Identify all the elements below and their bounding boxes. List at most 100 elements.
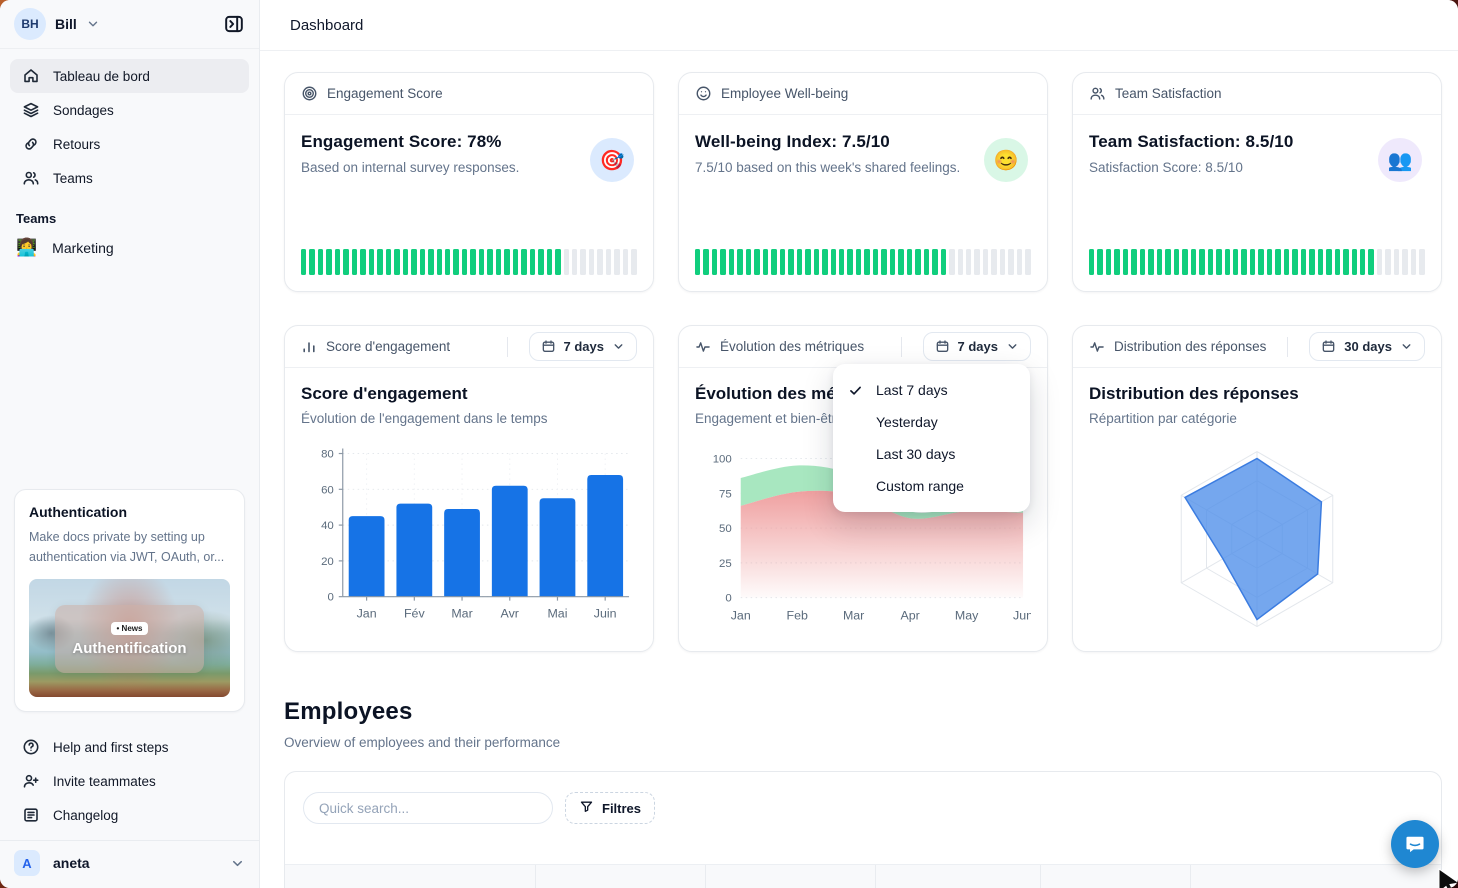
date-range-button[interactable]: 7 days [923, 332, 1031, 361]
sidebar-item-feedback[interactable]: Retours [10, 127, 249, 161]
divider [1287, 337, 1288, 357]
promo-image[interactable]: • News Authentification [29, 579, 230, 697]
employees-title: Employees [284, 698, 1442, 726]
date-range-button[interactable]: 30 days [1309, 332, 1425, 361]
intercom-chat-button[interactable] [1391, 820, 1439, 868]
progress-segment [1402, 249, 1407, 275]
progress-segment [949, 249, 954, 275]
progress-bar [301, 249, 637, 275]
dropdown-item[interactable]: Last 7 days [833, 374, 1030, 406]
dropdown-item[interactable]: Last 30 days [833, 438, 1030, 470]
divider [901, 337, 902, 357]
search-input[interactable] [303, 792, 553, 824]
progress-segment [932, 249, 937, 275]
progress-segment [564, 249, 569, 275]
table-column-header-tasks[interactable]: Tasks [1190, 865, 1441, 888]
chart-subtitle: Évolution de l'engagement dans le temps [301, 411, 637, 426]
progress-segment [386, 249, 391, 275]
progress-segment [1241, 249, 1246, 275]
progress-segment [822, 249, 827, 275]
card-header: Team Satisfaction [1073, 73, 1441, 115]
progress-segment [496, 249, 501, 275]
card-header: Évolution des métriques 7 days [679, 326, 1047, 368]
table-column-header-performance[interactable]: Performance [1040, 865, 1190, 888]
collapse-sidebar-icon[interactable] [223, 13, 245, 35]
people-emoji: 👥 [1378, 138, 1422, 182]
progress-segment [881, 249, 886, 275]
table-column-header-user[interactable]: User [285, 865, 535, 888]
filters-button[interactable]: Filtres [565, 792, 655, 824]
card-header: Score d'engagement 7 days [285, 326, 653, 368]
sidebar-item-changelog[interactable]: Changelog [10, 798, 249, 832]
progress-segment [941, 249, 946, 275]
svg-text:25: 25 [719, 557, 732, 569]
progress-segment [403, 249, 408, 275]
table-column-header-participation[interactable]: Participation [875, 865, 1040, 888]
bar-chart-icon [301, 339, 317, 355]
card-body: Distribution des réponses Répartition pa… [1073, 368, 1441, 651]
sidebar-item-help[interactable]: Help and first steps [10, 730, 249, 764]
svg-text:75: 75 [719, 488, 732, 500]
date-range-button[interactable]: 7 days [529, 332, 637, 361]
topbar: Dashboard [260, 0, 1458, 51]
progress-segment [606, 249, 611, 275]
progress-segment [1000, 249, 1005, 275]
users-icon [22, 169, 40, 187]
chevron-down-icon [1006, 340, 1019, 353]
progress-segment [589, 249, 594, 275]
workspace-switcher[interactable]: A aneta [0, 840, 259, 888]
progress-segment [1360, 249, 1365, 275]
dropdown-item[interactable]: Yesterday [833, 406, 1030, 438]
promo-image-caption: Authentification [72, 640, 186, 657]
promo-card[interactable]: Authentication Make docs private by sett… [14, 489, 245, 712]
layers-icon [22, 101, 40, 119]
date-range-label: 7 days [564, 339, 604, 354]
table-column-header-team[interactable]: Team [535, 865, 705, 888]
svg-text:May: May [955, 608, 979, 622]
progress-segment [873, 249, 878, 275]
employees-table-card: Filtres UserTeamPositionParticipationPer… [284, 771, 1442, 888]
progress-segment [797, 249, 802, 275]
sidebar-item-team-marketing[interactable]: 👩‍💻 Marketing [0, 230, 259, 266]
progress-segment [1233, 249, 1238, 275]
progress-segment [729, 249, 734, 275]
progress-segment [470, 249, 475, 275]
progress-segment [1318, 249, 1323, 275]
progress-segment [326, 249, 331, 275]
progress-bar [1089, 249, 1425, 275]
chart-subtitle: Répartition par catégorie [1089, 411, 1425, 426]
team-satisfaction-card: Team Satisfaction Team Satisfaction: 8.5… [1072, 72, 1442, 292]
progress-segment [1394, 249, 1399, 275]
svg-text:0: 0 [725, 592, 731, 604]
sidebar-item-teams[interactable]: Teams [10, 161, 249, 195]
dropdown-item[interactable]: Custom range [833, 470, 1030, 502]
sidebar-item-label: Invite teammates [53, 774, 156, 789]
table-column-header-position[interactable]: Position [705, 865, 875, 888]
user-name[interactable]: Bill [55, 16, 77, 32]
stat-subtitle: Satisfaction Score: 8.5/10 [1089, 160, 1425, 175]
progress-segment [420, 249, 425, 275]
progress-segment [720, 249, 725, 275]
chart-title: Score d'engagement [301, 384, 637, 404]
progress-segment [1301, 249, 1306, 275]
progress-segment [1368, 249, 1373, 275]
progress-segment [1025, 249, 1030, 275]
svg-text:Jan: Jan [357, 607, 377, 621]
page-title: Dashboard [290, 17, 363, 34]
svg-text:Juin: Juin [594, 607, 617, 621]
sidebar-item-dashboard[interactable]: Tableau de bord [10, 59, 249, 93]
progress-segment [547, 249, 552, 275]
funnel-icon [579, 799, 594, 817]
workspace-avatar: A [14, 850, 40, 876]
sidebar-item-invite[interactable]: Invite teammates [10, 764, 249, 798]
svg-text:40: 40 [321, 520, 334, 532]
chevron-down-icon[interactable] [86, 17, 100, 31]
sidebar-item-surveys[interactable]: Sondages [10, 93, 249, 127]
chevron-down-icon [230, 856, 245, 871]
avatar[interactable]: BH [14, 8, 46, 40]
progress-segment [754, 249, 759, 275]
progress-segment [1148, 249, 1153, 275]
help-icon [22, 738, 40, 756]
progress-segment [437, 249, 442, 275]
sidebar-nav: Tableau de bord Sondages Retours Teams [0, 49, 259, 195]
